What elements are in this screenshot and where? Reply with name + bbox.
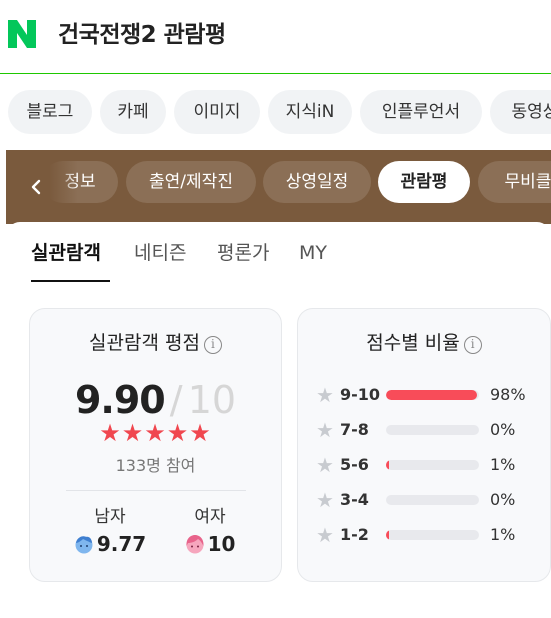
ratio-percent: 1% bbox=[490, 525, 516, 544]
chip-video[interactable]: 동영상 bbox=[490, 90, 551, 134]
ratio-bar-track bbox=[386, 390, 479, 400]
star-rating: ★★★★★ bbox=[99, 419, 212, 447]
participant-count: 133명 참여 bbox=[115, 456, 196, 475]
female-score: 10 bbox=[207, 532, 236, 556]
ratio-label: 1-2 bbox=[340, 525, 369, 544]
audience-rating-panel: 실관람객 평점 i 9.90 / 10 ★★★★★ 133명 참여 남자 9.77… bbox=[29, 308, 282, 582]
subtab-critic[interactable]: 평론가 bbox=[217, 240, 269, 266]
subtab-audience[interactable]: 실관람객 bbox=[31, 240, 101, 266]
star-icon: ★ bbox=[316, 383, 334, 407]
male-rating: 남자 9.77 bbox=[65, 505, 155, 559]
ratio-label: 3-4 bbox=[340, 490, 369, 509]
ratio-bar-fill bbox=[386, 460, 389, 470]
female-score-row: 10 bbox=[185, 532, 236, 556]
ratio-bar-track bbox=[386, 425, 479, 435]
ratio-percent: 0% bbox=[490, 420, 516, 439]
ratio-row-9-10: ★ 9-10 98% bbox=[316, 382, 536, 408]
female-face-icon bbox=[186, 535, 204, 554]
ratio-row-7-8: ★ 7-8 0% bbox=[316, 417, 536, 443]
chip-blog[interactable]: 블로그 bbox=[8, 90, 92, 134]
ratio-percent: 1% bbox=[490, 455, 516, 474]
ratio-percent: 0% bbox=[490, 490, 516, 509]
female-label: 여자 bbox=[194, 507, 226, 527]
tab-reviews[interactable]: 관람평 bbox=[378, 161, 470, 203]
chip-cafe[interactable]: 카페 bbox=[100, 90, 166, 134]
chevron-left-icon[interactable] bbox=[24, 174, 50, 200]
star-icon: ★ bbox=[316, 418, 334, 442]
search-header: 건국전쟁2 관람평 bbox=[0, 0, 551, 74]
ratio-label: 9-10 bbox=[340, 385, 381, 404]
score-distribution-panel: 점수별 비율 i ★ 9-10 98% ★ 7-8 0% ★ 5-6 1% ★ 3… bbox=[297, 308, 551, 582]
info-icon[interactable]: i bbox=[463, 336, 482, 354]
score-separator: / bbox=[169, 378, 183, 422]
info-icon[interactable]: i bbox=[203, 336, 222, 354]
ratio-row-1-2: ★ 1-2 1% bbox=[316, 522, 536, 548]
ratio-bar-track bbox=[386, 460, 479, 470]
ratio-bar-fill bbox=[386, 390, 478, 400]
naver-logo-icon[interactable] bbox=[6, 18, 38, 50]
ratio-bar-fill bbox=[386, 530, 389, 540]
movie-tab-bar: 정보 출연/제작진 상영일정 관람평 무비클 bbox=[6, 150, 551, 224]
ratio-label: 7-8 bbox=[340, 420, 369, 439]
female-rating: 여자 10 bbox=[165, 505, 255, 559]
subtab-netizen[interactable]: 네티즌 bbox=[134, 240, 186, 266]
average-score: 9.90 bbox=[74, 378, 166, 422]
subtab-my[interactable]: MY bbox=[299, 240, 327, 266]
male-score: 9.77 bbox=[96, 532, 147, 556]
ratio-label: 5-6 bbox=[340, 455, 369, 474]
max-score: 10 bbox=[187, 378, 237, 422]
distribution-title: 점수별 비율 bbox=[366, 332, 460, 354]
rating-title: 실관람객 평점 bbox=[89, 332, 200, 354]
male-score-row: 9.77 bbox=[74, 532, 146, 556]
chip-influencer[interactable]: 인플루언서 bbox=[360, 90, 482, 134]
chip-kin[interactable]: 지식iN bbox=[268, 90, 352, 134]
male-face-icon bbox=[75, 536, 93, 554]
rating-title-row: 실관람객 평점 i bbox=[30, 329, 281, 357]
star-icon: ★ bbox=[316, 453, 334, 477]
review-content: 실관람객 네티즌 평론가 MY 실관람객 평점 i 9.90 / 10 ★★★★★… bbox=[6, 222, 551, 616]
ratio-percent: 98% bbox=[490, 385, 526, 404]
chip-image[interactable]: 이미지 bbox=[174, 90, 260, 134]
tab-cast-crew[interactable]: 출연/제작진 bbox=[126, 161, 256, 203]
ratio-bar-track bbox=[386, 530, 479, 540]
search-query-title[interactable]: 건국전쟁2 관람평 bbox=[58, 18, 226, 52]
active-subtab-indicator bbox=[31, 280, 110, 282]
tab-movie-club[interactable]: 무비클 bbox=[478, 161, 551, 203]
star-icon: ★ bbox=[316, 488, 334, 512]
search-category-chips: 블로그 카페 이미지 지식iN 인플루언서 동영상 bbox=[0, 90, 551, 136]
star-icon: ★ bbox=[316, 523, 334, 547]
ratio-row-5-6: ★ 5-6 1% bbox=[316, 452, 536, 478]
tab-schedule[interactable]: 상영일정 bbox=[263, 161, 371, 203]
divider bbox=[66, 490, 246, 491]
ratio-row-3-4: ★ 3-4 0% bbox=[316, 487, 536, 513]
distribution-title-row: 점수별 비율 i bbox=[298, 329, 550, 357]
male-label: 남자 bbox=[94, 507, 126, 527]
ratio-bar-track bbox=[386, 495, 479, 505]
